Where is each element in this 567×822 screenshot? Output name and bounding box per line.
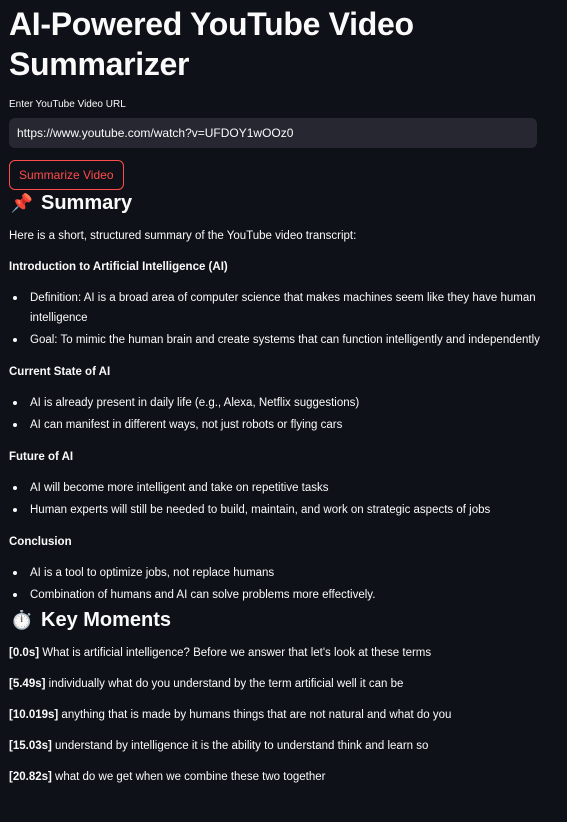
key-moments-heading-text: Key Moments bbox=[41, 609, 172, 631]
summary-section-title: Future of AI bbox=[9, 451, 74, 463]
summary-section-title: Introduction to Artificial Intelligence … bbox=[9, 261, 228, 273]
key-moment-timestamp: [20.82s] bbox=[9, 771, 52, 783]
key-moment-text: what do we get when we combine these two… bbox=[51, 771, 326, 783]
summary-intro: Here is a short, structured summary of t… bbox=[9, 230, 357, 242]
summary-section: Introduction to Artificial Intelligence … bbox=[9, 259, 558, 350]
pushpin-icon: 📌 bbox=[10, 193, 34, 213]
key-moment-item: [20.82s] what do we get when we combine … bbox=[9, 769, 558, 786]
key-moment-text: understand by intelligence it is the abi… bbox=[51, 740, 429, 752]
key-moment-timestamp: [5.49s] bbox=[9, 678, 46, 690]
summary-bullet: AI will become more intelligent and take… bbox=[13, 478, 558, 498]
key-moments-heading: ⏱️ Key Moments bbox=[9, 607, 558, 633]
summary-heading: 📌 Summary bbox=[9, 190, 558, 216]
stopwatch-icon: ⏱️ bbox=[10, 610, 34, 630]
key-moment-timestamp: [15.03s] bbox=[9, 740, 52, 752]
url-input[interactable] bbox=[9, 118, 537, 148]
key-moment-text: anything that is made by humans things t… bbox=[58, 709, 452, 721]
key-moment-item: [10.019s] anything that is made by human… bbox=[9, 707, 558, 724]
summary-section: Current State of AI AI is already presen… bbox=[9, 364, 558, 435]
key-moment-item: [5.49s] individually what do you underst… bbox=[9, 676, 558, 693]
summary-bullet-list: AI will become more intelligent and take… bbox=[9, 478, 558, 520]
key-moment-item: [15.03s] understand by intelligence it i… bbox=[9, 738, 558, 755]
app-main: AI-Powered YouTube Video Summarizer Ente… bbox=[0, 0, 567, 822]
summary-bullet: AI can manifest in different ways, not j… bbox=[13, 415, 558, 435]
key-moment-item: [0.0s] What is artificial intelligence? … bbox=[9, 645, 558, 662]
key-moment-text: individually what do you understand by t… bbox=[45, 678, 404, 690]
url-input-label: Enter YouTube Video URL bbox=[9, 99, 126, 110]
key-moment-timestamp: [10.019s] bbox=[9, 709, 59, 721]
key-moment-timestamp: [0.0s] bbox=[9, 647, 40, 659]
key-moments-list: [0.0s] What is artificial intelligence? … bbox=[9, 645, 558, 786]
summary-bullet-list: Definition: AI is a broad area of comput… bbox=[9, 288, 558, 350]
summary-bullet: Combination of humans and AI can solve p… bbox=[13, 585, 558, 605]
summary-bullet-list: AI is already present in daily life (e.g… bbox=[9, 393, 558, 435]
summary-bullet: AI is a tool to optimize jobs, not repla… bbox=[13, 563, 558, 583]
page-title: AI-Powered YouTube Video Summarizer bbox=[9, 6, 414, 82]
summarize-video-button[interactable]: Summarize Video bbox=[9, 160, 124, 190]
summary-heading-text: Summary bbox=[41, 192, 133, 214]
summary-section-title: Conclusion bbox=[9, 536, 72, 548]
summary-bullet-list: AI is a tool to optimize jobs, not repla… bbox=[9, 563, 558, 605]
summary-section: Conclusion AI is a tool to optimize jobs… bbox=[9, 534, 558, 605]
summary-section-title: Current State of AI bbox=[9, 366, 111, 378]
summary-bullet: AI is already present in daily life (e.g… bbox=[13, 393, 558, 413]
key-moment-text: What is artificial intelligence? Before … bbox=[39, 647, 432, 659]
summary-section: Future of AI AI will become more intelli… bbox=[9, 449, 558, 520]
summary-bullet: Definition: AI is a broad area of comput… bbox=[13, 288, 558, 328]
summary-bullet: Goal: To mimic the human brain and creat… bbox=[13, 330, 558, 350]
summary-bullet: Human experts will still be needed to bu… bbox=[13, 500, 558, 520]
